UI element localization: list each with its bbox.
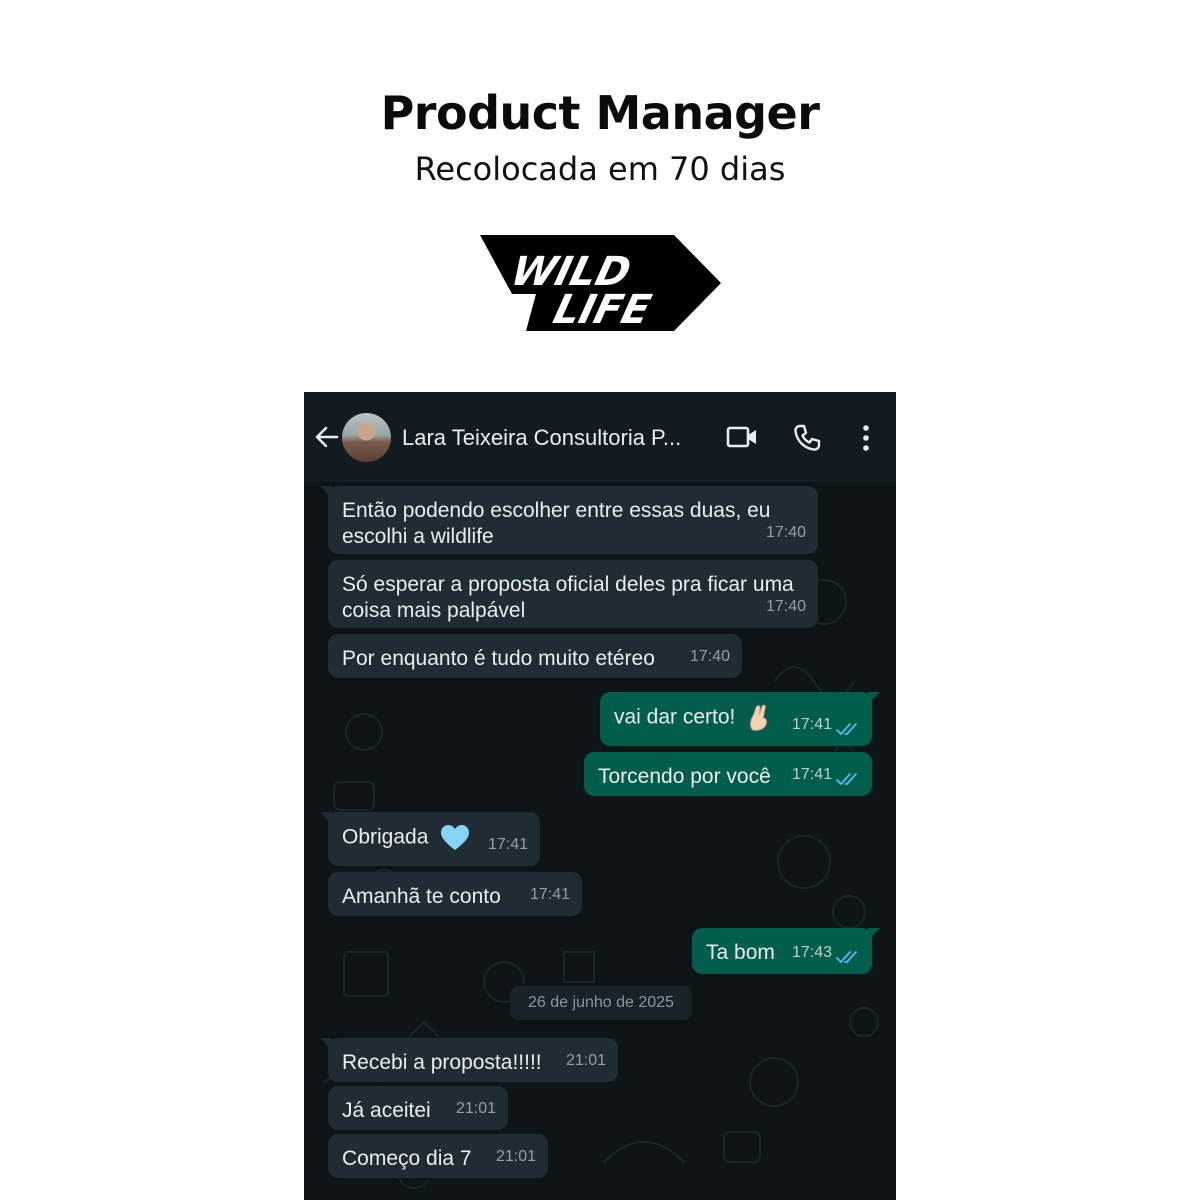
contact-name[interactable]: Lara Teixeira Consultoria P... <box>402 425 702 451</box>
message-text: Recebi a proposta!!!!! <box>342 1051 542 1074</box>
bubble-tail <box>320 1038 332 1050</box>
read-receipt-icon <box>836 773 857 785</box>
message-time: 17:41 <box>487 836 528 853</box>
light-blue-heart-emoji <box>441 825 470 850</box>
message-text: Torcendo por você <box>598 765 771 788</box>
message-time: 17:43 <box>791 944 832 961</box>
message-incoming[interactable]: Por enquanto é tudo muito etéreo 17:40 <box>328 634 742 678</box>
page-subtitle: Recolocada em 70 dias <box>414 150 786 188</box>
message-text: Por enquanto é tudo muito etéreo <box>342 647 655 670</box>
message-incoming[interactable]: Recebi a proposta!!!!! 21:01 <box>320 1038 618 1082</box>
bubble-tail <box>320 486 332 498</box>
message-text: Amanhã te conto <box>342 885 501 908</box>
page-title: Product Manager <box>380 86 820 140</box>
message-time: 17:41 <box>791 716 832 733</box>
video-call-icon[interactable] <box>726 424 758 450</box>
back-arrow-icon[interactable] <box>312 422 342 452</box>
message-time: 17:40 <box>765 524 806 541</box>
read-receipt-icon <box>836 951 857 963</box>
bubble-tail <box>868 692 880 704</box>
chat-app-bar: Lara Teixeira Consultoria P... <box>304 392 896 482</box>
more-vertical-icon[interactable] <box>856 424 876 452</box>
message-incoming[interactable]: Só esperar a proposta oficial deles pra … <box>328 560 818 628</box>
message-incoming[interactable]: Começo dia 7 21:01 <box>328 1134 548 1178</box>
message-text: Obrigada <box>342 825 429 849</box>
message-text: Só esperar a proposta oficial deles pra … <box>342 573 794 622</box>
message-outgoing[interactable]: vai dar certo! 17:41 <box>600 692 880 746</box>
message-outgoing[interactable]: Torcendo por você 17:41 <box>584 752 872 796</box>
bubble-tail <box>320 812 332 824</box>
message-time: 17:40 <box>765 598 806 615</box>
message-text: vai dar certo! <box>614 705 736 729</box>
message-time: 17:40 <box>689 648 730 665</box>
logo-line-2: LIFE <box>549 286 656 333</box>
wildlife-logo: WILD LIFE <box>480 235 721 333</box>
message-time: 17:41 <box>529 886 570 903</box>
phone-icon[interactable] <box>792 423 822 453</box>
avatar[interactable] <box>342 413 391 462</box>
message-incoming[interactable]: Então podendo escolher entre essas duas,… <box>320 486 818 554</box>
message-time: 21:01 <box>455 1100 496 1117</box>
message-text: Começo dia 7 <box>342 1147 472 1170</box>
chat-screen: Lara Teixeira Consultoria P... Então pod… <box>304 392 896 1200</box>
read-receipt-icon <box>836 723 857 735</box>
date-separator: 26 de junho de 2025 <box>510 986 692 1020</box>
message-time: 17:41 <box>791 766 832 783</box>
message-incoming[interactable]: Obrigada 17:41 <box>320 812 540 866</box>
message-incoming[interactable]: Já aceitei 21:01 <box>328 1086 508 1130</box>
bubble-tail <box>868 928 880 940</box>
message-time: 21:01 <box>495 1148 536 1165</box>
message-text: Já aceitei <box>342 1099 431 1122</box>
message-text: Então podendo escolher entre essas duas,… <box>342 499 771 548</box>
message-incoming[interactable]: Amanhã te conto 17:41 <box>328 872 582 916</box>
message-time: 21:01 <box>565 1052 606 1069</box>
crossed-fingers-emoji <box>750 704 768 731</box>
message-outgoing[interactable]: Ta bom 17:43 <box>692 928 880 974</box>
message-text: Ta bom <box>706 941 775 964</box>
